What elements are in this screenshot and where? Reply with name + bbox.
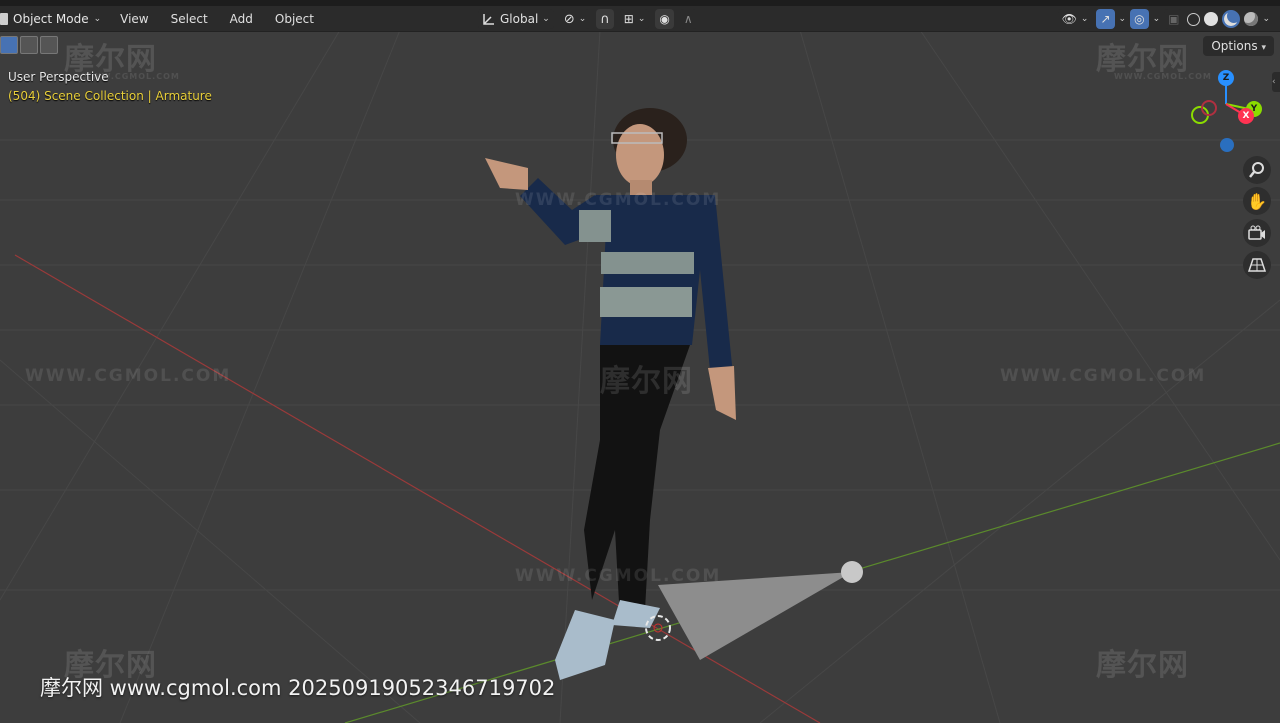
- camera-icon: [1248, 225, 1265, 240]
- watermark-url: WWW.CGMOL.COM: [515, 566, 722, 586]
- grid-line: [0, 359, 421, 723]
- chevron-down-icon: ⌄: [637, 14, 646, 24]
- options-label: Options: [1211, 39, 1258, 53]
- transform-orientation-label: Global: [500, 12, 539, 26]
- xray-toggle[interactable]: ▣: [1164, 9, 1184, 29]
- light-object: [841, 561, 863, 583]
- menu-view[interactable]: View: [109, 8, 159, 30]
- pan-button[interactable]: ✋: [1243, 187, 1271, 215]
- chevron-left-icon: ‹: [1272, 77, 1276, 87]
- menu-object[interactable]: Object: [264, 8, 325, 30]
- snap-increment-icon: ⊞: [623, 12, 634, 26]
- grid-line: [0, 29, 341, 601]
- grid-line: [759, 299, 1280, 723]
- gizmo-z-label: Z: [1222, 73, 1230, 83]
- gizmo-icon: ↗: [1100, 12, 1111, 26]
- solid-shading-icon[interactable]: [1204, 12, 1219, 26]
- perspective-label: User Perspective: [8, 70, 109, 84]
- snap-toggle[interactable]: ∩: [596, 9, 614, 29]
- material-preview-icon[interactable]: [1222, 10, 1241, 28]
- menu-add[interactable]: Add: [219, 8, 264, 30]
- options-button[interactable]: Options ▾: [1203, 36, 1274, 56]
- gizmo-x-label: X: [1242, 111, 1250, 121]
- proportional-edit-icon: ◉: [659, 12, 670, 26]
- select-extend-button[interactable]: [20, 36, 38, 54]
- menu-select[interactable]: Select: [160, 8, 219, 30]
- falloff-dropdown[interactable]: ∧: [679, 9, 697, 29]
- navigation-gizmo[interactable]: Z Y X: [1186, 66, 1266, 156]
- watermark-url: WWW.CGMOL.COM: [1000, 366, 1207, 386]
- grid-line: [799, 29, 1001, 723]
- object-mode-icon: [0, 12, 8, 25]
- chevron-down-icon: ▾: [1261, 43, 1266, 53]
- pivot-icon: ⊘: [563, 11, 575, 27]
- xray-icon: ▣: [1168, 12, 1180, 26]
- orientation-icon: [483, 14, 494, 25]
- zoom-icon: [1249, 162, 1264, 178]
- sidebar-toggle[interactable]: ‹: [1272, 72, 1280, 92]
- rendered-shading-icon[interactable]: [1244, 12, 1259, 26]
- ortho-toggle-button[interactable]: [1243, 251, 1271, 279]
- grid-ortho-icon: [1248, 258, 1266, 272]
- mode-selector[interactable]: Object Mode ⌄: [0, 8, 109, 30]
- gizmo-toggle[interactable]: ↗: [1096, 9, 1115, 29]
- chevron-down-icon: ⌄: [542, 14, 550, 24]
- watermark-url: WWW.CGMOL.COM: [515, 190, 722, 210]
- proportional-edit-toggle[interactable]: ◉: [655, 9, 674, 29]
- viewport-header: Object Mode ⌄ View Select Add Object Glo…: [0, 6, 1280, 32]
- hand-pan-icon: ✋: [1247, 191, 1267, 211]
- collection-label: (504) Scene Collection | Armature: [8, 89, 212, 103]
- visibility-dropdown[interactable]: 👁 ⌄: [1057, 9, 1093, 29]
- select-subtract-button[interactable]: [40, 36, 58, 54]
- chevron-down-icon: ⌄: [578, 14, 587, 24]
- viewport-info: User Perspective (504) Scene Collection …: [8, 68, 212, 106]
- transform-orientation-dropdown[interactable]: Global ⌄: [478, 9, 554, 29]
- overlay-toggle[interactable]: ◎: [1130, 9, 1149, 29]
- falloff-curve-icon: ∧: [683, 12, 693, 26]
- snap-target-dropdown[interactable]: ⊞ ⌄: [619, 9, 650, 29]
- select-new-button[interactable]: [0, 36, 18, 54]
- transform-tools: Global ⌄ ⊘ ⌄ ∩ ⊞ ⌄ ◉ ∧: [478, 8, 697, 30]
- pivot-point-dropdown[interactable]: ⊘ ⌄: [559, 9, 591, 29]
- magnet-icon: ∩: [600, 11, 610, 27]
- overlay-icon: ◎: [1134, 12, 1145, 26]
- header-menu: View Select Add Object: [109, 8, 325, 30]
- chevron-down-icon: ⌄: [93, 13, 102, 24]
- zoom-button[interactable]: [1243, 156, 1271, 184]
- mode-label: Object Mode: [13, 11, 89, 26]
- watermark-url: WWW.CGMOL.COM: [25, 366, 232, 386]
- chevron-down-icon[interactable]: ⌄: [1262, 14, 1270, 24]
- bottom-watermark: 摩尔网 www.cgmol.com 20250919052346719702: [40, 676, 556, 700]
- watermark-logo: 摩尔网: [600, 364, 693, 399]
- chevron-down-icon[interactable]: ⌄: [1119, 14, 1127, 24]
- 3d-viewport[interactable]: 摩尔网 摩尔网 摩尔网 摩尔网 摩尔网 WWW.CGMOL.COM WWW.CG…: [0, 0, 1280, 723]
- select-mode-buttons: [0, 36, 58, 54]
- chevron-down-icon: ⌄: [1080, 14, 1089, 24]
- camera-view-button[interactable]: [1243, 219, 1271, 247]
- shading-tools: 👁 ⌄ ↗ ⌄ ◎ ⌄ ▣ ⌄: [1057, 8, 1270, 30]
- watermark-logo: 摩尔网: [1096, 648, 1189, 683]
- eye-icon: 👁: [1061, 12, 1077, 26]
- chevron-down-icon[interactable]: ⌄: [1153, 14, 1161, 24]
- wireframe-shading-icon[interactable]: [1187, 12, 1201, 26]
